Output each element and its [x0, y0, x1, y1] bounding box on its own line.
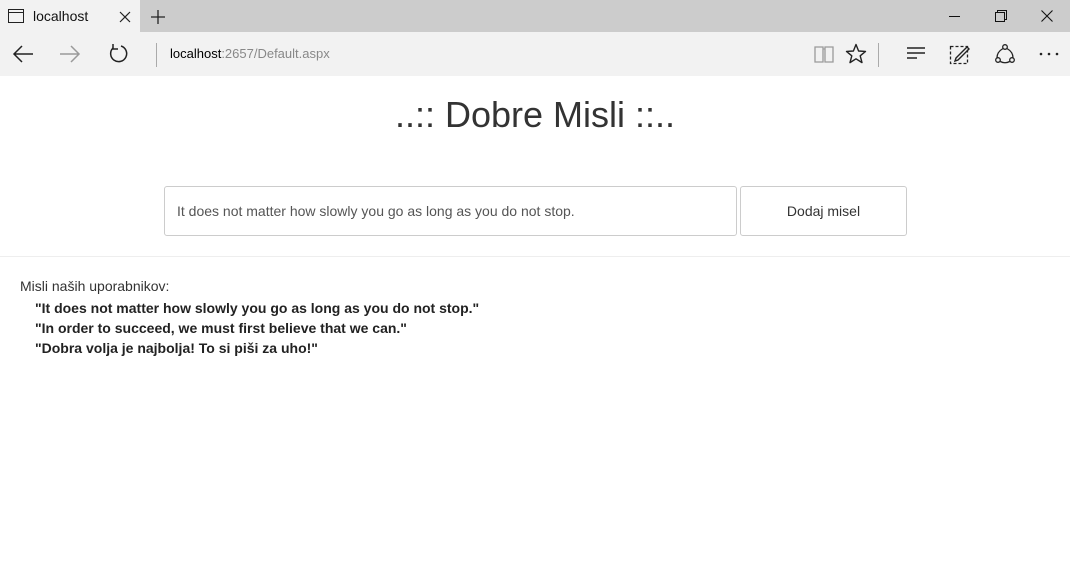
restore-icon[interactable] — [978, 0, 1024, 32]
list-item: "In order to succeed, we must first beli… — [35, 320, 407, 336]
divider — [0, 256, 1070, 257]
tab-title: localhost — [33, 8, 89, 24]
thought-list: "It does not matter how slowly you go as… — [20, 298, 479, 358]
add-thought-button[interactable]: Dodaj misel — [740, 186, 907, 236]
address-bar: localhost:2657/Default.aspx — [0, 32, 1070, 76]
new-tab-icon[interactable] — [150, 9, 166, 25]
thoughts-section: Misli naših uporabnikov: "It does not ma… — [20, 278, 479, 358]
thoughts-heading: Misli naših uporabnikov: — [20, 278, 170, 294]
url-path: :2657/Default.aspx — [221, 46, 330, 61]
tab-localhost[interactable]: localhost — [0, 0, 140, 32]
page-title: ..:: Dobre Misli ::.. — [394, 94, 676, 135]
thought-input[interactable] — [164, 186, 737, 236]
close-tab-icon[interactable] — [119, 10, 131, 23]
forward-icon[interactable] — [47, 32, 93, 76]
close-window-icon[interactable] — [1024, 0, 1070, 32]
toolbar-separator — [878, 43, 879, 67]
share-icon[interactable] — [983, 32, 1027, 76]
url-host: localhost — [170, 46, 222, 61]
url-field[interactable]: localhost:2657/Default.aspx — [170, 46, 330, 62]
more-icon[interactable] — [1027, 32, 1070, 76]
favorite-star-icon[interactable] — [834, 32, 878, 76]
refresh-icon[interactable] — [95, 32, 141, 76]
hub-icon[interactable] — [894, 32, 938, 76]
web-note-icon[interactable] — [938, 32, 982, 76]
tab-strip: localhost — [0, 0, 1070, 32]
list-item: "It does not matter how slowly you go as… — [35, 300, 480, 316]
list-item: "Dobra volja je najbolja! To si piši za … — [35, 340, 318, 356]
minimize-icon[interactable] — [932, 0, 978, 32]
back-icon[interactable] — [0, 32, 46, 76]
address-separator — [156, 43, 157, 67]
page-icon — [8, 9, 24, 23]
